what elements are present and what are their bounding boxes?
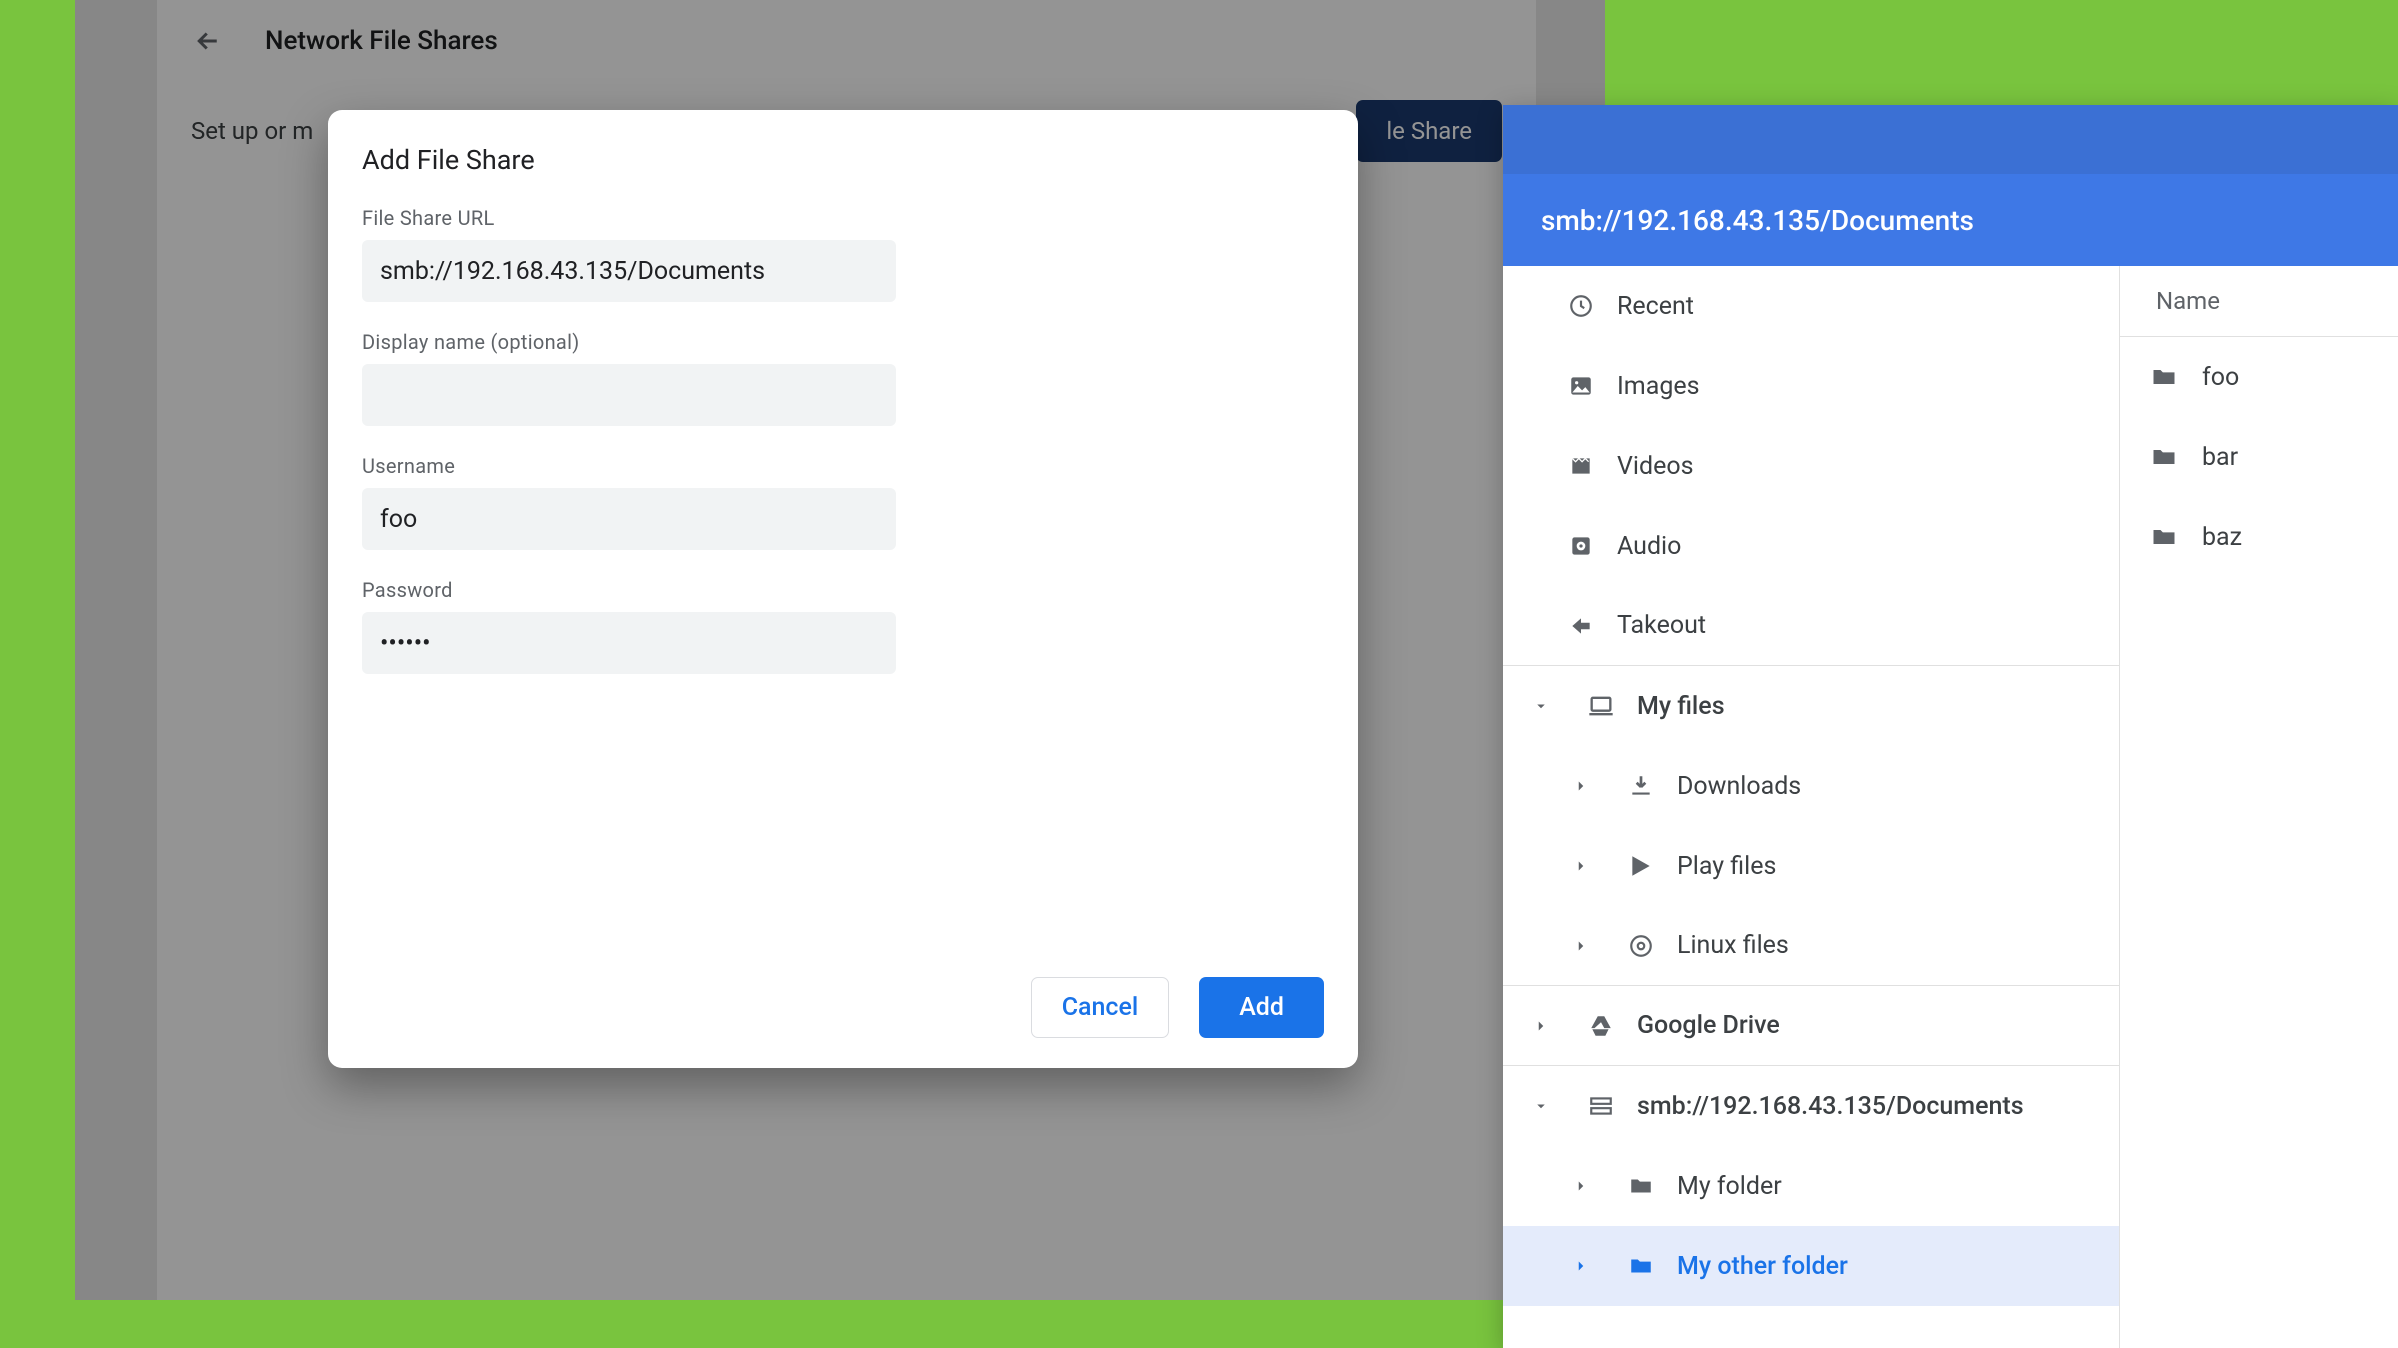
chevron-right-icon: [1569, 1257, 1593, 1275]
sidebar-item-my-other-folder[interactable]: My other folder: [1503, 1226, 2119, 1306]
add-file-share-dialog: Add File Share File Share URL Display na…: [328, 110, 1358, 1068]
sidebar-item-label: Downloads: [1677, 772, 1801, 801]
sidebar-item-smb-share[interactable]: smb://192.168.43.135/Documents: [1503, 1066, 2119, 1146]
sidebar-item-my-folder[interactable]: My folder: [1503, 1146, 2119, 1226]
files-sidebar: Recent Images Videos Audio: [1503, 266, 2120, 1348]
files-window-chrome: [1503, 105, 2398, 174]
sidebar-item-label: Images: [1617, 372, 1700, 401]
sidebar-item-downloads[interactable]: Downloads: [1503, 746, 2119, 826]
folder-icon: [1625, 1170, 1657, 1202]
username-label: Username: [362, 454, 1324, 478]
linux-icon: [1625, 930, 1657, 962]
file-row[interactable]: foo: [2120, 337, 2398, 417]
chevron-down-icon: [1529, 1097, 1553, 1115]
sidebar-item-videos[interactable]: Videos: [1503, 426, 2119, 506]
password-label: Password: [362, 578, 1324, 602]
chevron-right-icon: [1569, 937, 1593, 955]
files-path: smb://192.168.43.135/Documents: [1541, 204, 1974, 237]
file-name: foo: [2202, 363, 2239, 392]
folder-icon: [2150, 523, 2178, 551]
sidebar-item-audio[interactable]: Audio: [1503, 506, 2119, 586]
files-content-pane: Name foo bar baz: [2120, 266, 2398, 1348]
files-location-bar: smb://192.168.43.135/Documents: [1503, 174, 2398, 266]
chevron-right-icon: [1569, 1177, 1593, 1195]
chevron-down-icon: [1529, 697, 1553, 715]
sidebar-item-label: Linux files: [1677, 931, 1789, 960]
file-row[interactable]: bar: [2120, 417, 2398, 497]
file-row[interactable]: baz: [2120, 497, 2398, 577]
folder-icon: [2150, 443, 2178, 471]
clock-icon: [1565, 290, 1597, 322]
sidebar-item-images[interactable]: Images: [1503, 346, 2119, 426]
sidebar-item-play-files[interactable]: Play files: [1503, 826, 2119, 906]
network-share-icon: [1585, 1090, 1617, 1122]
takeout-icon: [1565, 610, 1597, 642]
username-input[interactable]: [362, 488, 896, 550]
download-icon: [1625, 770, 1657, 802]
image-icon: [1565, 370, 1597, 402]
file-name: baz: [2202, 523, 2242, 552]
add-button[interactable]: Add: [1199, 977, 1324, 1038]
video-icon: [1565, 450, 1597, 482]
display-name-label: Display name (optional): [362, 330, 1324, 354]
sidebar-item-takeout[interactable]: Takeout: [1503, 586, 2119, 666]
folder-icon: [2150, 363, 2178, 391]
folder-icon: [1625, 1250, 1657, 1282]
chevron-right-icon: [1569, 857, 1593, 875]
sidebar-item-label: Google Drive: [1637, 1011, 1780, 1040]
sidebar-item-label: Recent: [1617, 292, 1694, 321]
sidebar-item-linux-files[interactable]: Linux files: [1503, 906, 2119, 986]
chevron-right-icon: [1569, 777, 1593, 795]
sidebar-item-google-drive[interactable]: Google Drive: [1503, 986, 2119, 1066]
sidebar-item-label: My folder: [1677, 1172, 1782, 1201]
column-header-name[interactable]: Name: [2120, 266, 2398, 337]
sidebar-item-label: Videos: [1617, 452, 1694, 481]
sidebar-item-label: Audio: [1617, 532, 1681, 561]
file-share-url-input[interactable]: [362, 240, 896, 302]
sidebar-item-label: My other folder: [1677, 1252, 1848, 1281]
url-label: File Share URL: [362, 206, 1324, 230]
sidebar-item-label: My files: [1637, 692, 1725, 721]
chevron-right-icon: [1529, 1017, 1553, 1035]
laptop-icon: [1585, 690, 1617, 722]
cancel-button[interactable]: Cancel: [1031, 977, 1170, 1038]
display-name-input[interactable]: [362, 364, 896, 426]
dialog-title: Add File Share: [362, 144, 1324, 176]
sidebar-item-label: smb://192.168.43.135/Documents: [1637, 1092, 2024, 1121]
sidebar-item-label: Takeout: [1617, 611, 1706, 640]
file-name: bar: [2202, 443, 2238, 472]
files-app-window: smb://192.168.43.135/Documents Recent Im…: [1503, 105, 2398, 1348]
sidebar-item-recent[interactable]: Recent: [1503, 266, 2119, 346]
sidebar-item-my-files[interactable]: My files: [1503, 666, 2119, 746]
audio-icon: [1565, 530, 1597, 562]
play-icon: [1625, 850, 1657, 882]
drive-icon: [1585, 1010, 1617, 1042]
password-input[interactable]: [362, 612, 896, 674]
sidebar-item-label: Play files: [1677, 852, 1776, 881]
